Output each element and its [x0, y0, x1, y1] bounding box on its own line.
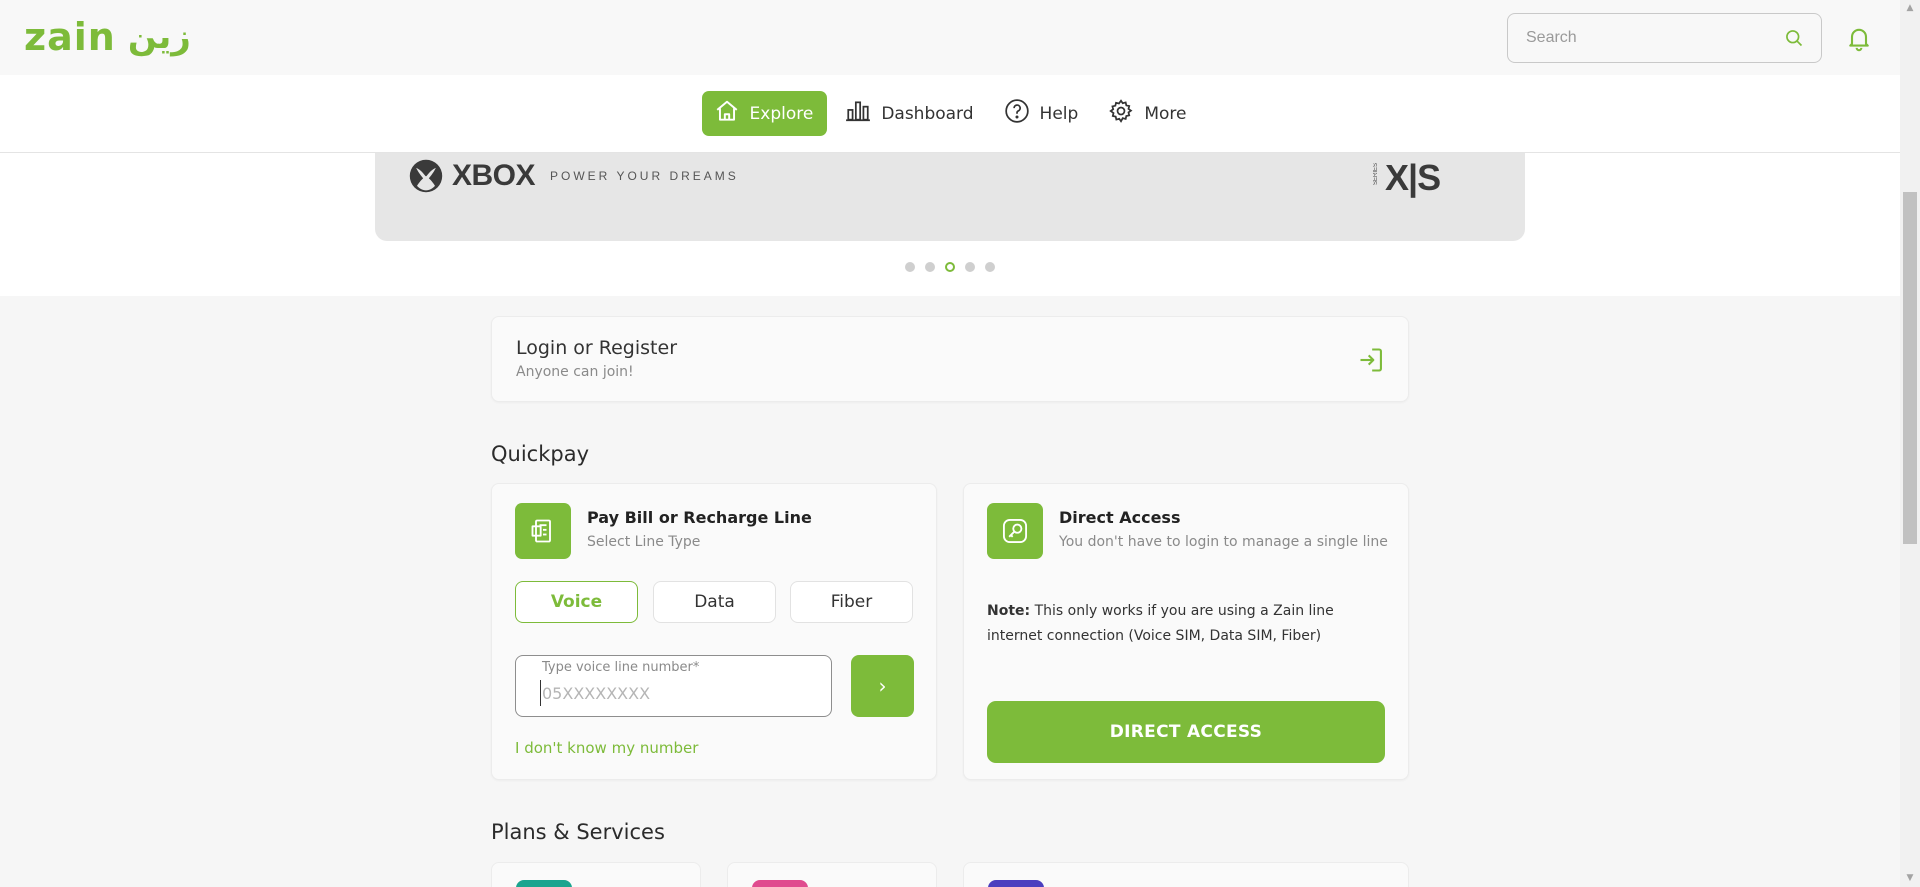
hero-carousel: XBOX POWER YOUR DREAMS SERIES X|S — [0, 153, 1900, 296]
question-circle-icon — [1004, 98, 1030, 129]
nav-dashboard[interactable]: Dashboard — [835, 91, 985, 136]
plans-heading: Plans & Services — [491, 820, 665, 844]
carousel-dot[interactable] — [985, 262, 995, 272]
note-text: This only works if you are using a Zain … — [987, 603, 1334, 644]
voice-number-label: Type voice line number* — [542, 660, 700, 675]
login-register-card[interactable]: Login or Register Anyone can join! — [491, 316, 1409, 402]
pay-card-subtitle: Select Line Type — [587, 534, 701, 550]
carousel-dot[interactable] — [925, 262, 935, 272]
zain-logo[interactable]: zain زين — [24, 16, 191, 58]
logo-latin-text: zain — [24, 15, 116, 59]
pay-card-title: Pay Bill or Recharge Line — [587, 508, 812, 527]
bar-chart-icon — [845, 98, 871, 129]
login-subtitle: Anyone can join! — [516, 364, 634, 380]
nav-dashboard-label: Dashboard — [881, 103, 974, 124]
main-nav: Explore Dashboard Help More — [0, 75, 1900, 153]
top-header: zain زين — [0, 0, 1900, 75]
direct-access-note: Note: This only works if you are using a… — [987, 599, 1387, 649]
plan-card[interactable] — [491, 862, 701, 887]
note-label: Note: — [987, 603, 1031, 619]
xbox-logo: XBOX — [408, 158, 536, 194]
sign-in-icon[interactable] — [1357, 346, 1385, 374]
xbox-sphere-icon — [409, 159, 443, 193]
direct-card-title: Direct Access — [1059, 508, 1181, 527]
nav-help[interactable]: Help — [994, 91, 1091, 136]
banner-tagline: POWER YOUR DREAMS — [550, 169, 739, 183]
direct-card-subtitle: You don't have to login to manage a sing… — [1059, 534, 1388, 550]
direct-access-card: Direct Access You don't have to login to… — [963, 483, 1409, 780]
login-title: Login or Register — [516, 337, 677, 359]
nav-more[interactable]: More — [1098, 91, 1198, 136]
direct-access-button[interactable]: DIRECT ACCESS — [987, 701, 1385, 763]
chevron-right-icon: › — [878, 674, 887, 698]
line-type-fiber[interactable]: Fiber — [790, 581, 913, 623]
gear-icon — [1108, 98, 1134, 129]
voice-number-input[interactable] — [540, 680, 810, 706]
xbox-wordmark: XBOX — [452, 159, 536, 192]
unknown-number-link[interactable]: I don't know my number — [515, 739, 698, 757]
search-icon[interactable] — [1783, 27, 1805, 49]
voice-number-field[interactable]: Type voice line number* — [515, 655, 832, 717]
scroll-down-arrow-icon[interactable]: ▼ — [1900, 870, 1920, 887]
plan-chip-icon — [516, 880, 572, 887]
series-label: SERIES — [1373, 163, 1379, 186]
nav-more-label: More — [1144, 103, 1187, 124]
submit-number-button[interactable]: › — [851, 655, 914, 717]
page-scrollbar[interactable]: ▲ ▼ — [1900, 0, 1920, 887]
nav-explore[interactable]: Explore — [701, 91, 828, 136]
bell-icon[interactable] — [1845, 24, 1873, 52]
carousel-dot[interactable] — [965, 262, 975, 272]
search-box[interactable] — [1507, 13, 1822, 63]
scroll-thumb[interactable] — [1903, 192, 1917, 544]
series-xs-logo: X|S — [1385, 157, 1441, 198]
nav-help-label: Help — [1039, 103, 1079, 124]
carousel-dot[interactable] — [905, 262, 915, 272]
plan-chip-icon — [988, 880, 1044, 887]
banner-slide[interactable]: XBOX POWER YOUR DREAMS SERIES X|S — [375, 153, 1525, 241]
key-icon — [987, 503, 1043, 559]
scroll-up-arrow-icon[interactable]: ▲ — [1900, 0, 1920, 17]
line-type-data[interactable]: Data — [653, 581, 776, 623]
home-icon — [714, 98, 740, 129]
bill-icon — [515, 503, 571, 559]
quickpay-heading: Quickpay — [491, 442, 590, 466]
plan-card[interactable] — [963, 862, 1409, 887]
carousel-dots — [905, 262, 995, 272]
search-input[interactable] — [1526, 29, 1783, 47]
plan-chip-icon — [752, 880, 808, 887]
plan-card[interactable] — [727, 862, 937, 887]
logo-arabic-text: زين — [127, 17, 191, 57]
nav-explore-label: Explore — [749, 103, 814, 124]
line-type-voice[interactable]: Voice — [515, 581, 638, 623]
pay-bill-card: Pay Bill or Recharge Line Select Line Ty… — [491, 483, 937, 780]
carousel-dot-active[interactable] — [945, 262, 955, 272]
